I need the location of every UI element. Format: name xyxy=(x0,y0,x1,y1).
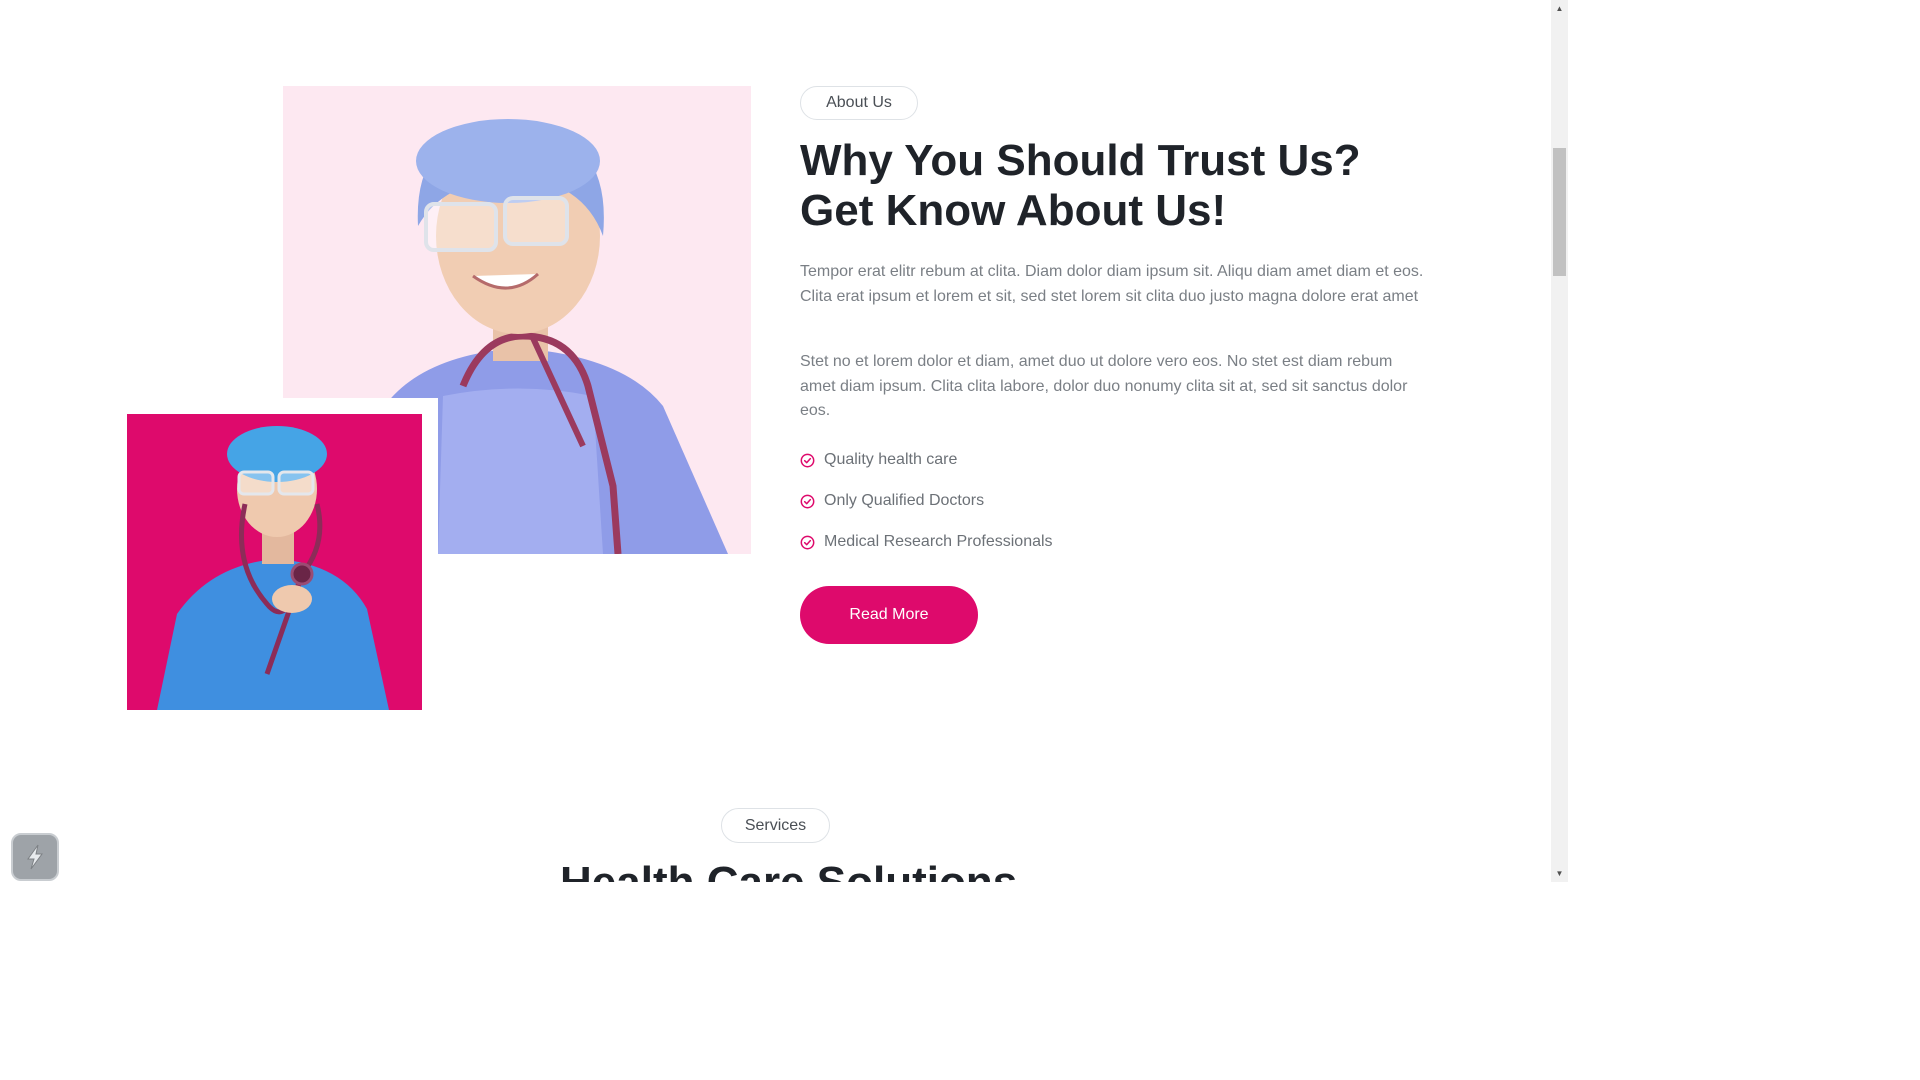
feature-item-quality-health-care: Quality health care xyxy=(800,448,957,472)
feature-label: Medical Research Professionals xyxy=(824,533,1053,550)
about-us-badge-label: About Us xyxy=(826,94,892,111)
scrollbar-thumb[interactable] xyxy=(1553,148,1566,276)
page: About Us Why You Should Trust Us? Get Kn… xyxy=(0,0,1568,882)
feature-label: Quality health care xyxy=(824,451,958,468)
doctor-photo-small xyxy=(127,414,422,710)
feature-label: Only Qualified Doctors xyxy=(824,492,985,509)
check-circle-icon xyxy=(800,494,815,508)
services-heading: Health Care Solutions xyxy=(560,858,1017,882)
services-badge: Services xyxy=(721,808,830,843)
about-paragraph-1: Tempor erat elitr rebum at clita. Diam d… xyxy=(800,263,1424,305)
scroll-down-arrow-icon[interactable]: ▼ xyxy=(1551,865,1568,882)
about-paragraph-2: Stet no et lorem dolor et diam, amet duo… xyxy=(800,353,1408,419)
floating-widget-button[interactable] xyxy=(11,833,59,881)
read-more-button[interactable]: Read More xyxy=(800,586,978,644)
scroll-up-arrow-icon[interactable]: ▲ xyxy=(1551,0,1568,17)
doctor-illustration-small xyxy=(157,426,389,710)
vertical-scrollbar[interactable]: ▲ ▼ xyxy=(1551,0,1568,882)
about-us-badge: About Us xyxy=(800,86,918,120)
about-heading: Why You Should Trust Us? Get Know About … xyxy=(800,136,1361,235)
lightning-bolt-icon xyxy=(27,844,43,870)
feature-item-medical-research: Medical Research Professionals xyxy=(800,530,1053,554)
feature-item-qualified-doctors: Only Qualified Doctors xyxy=(800,489,984,513)
check-circle-icon xyxy=(800,535,815,549)
check-circle-icon xyxy=(800,453,815,467)
services-badge-label: Services xyxy=(744,816,807,834)
